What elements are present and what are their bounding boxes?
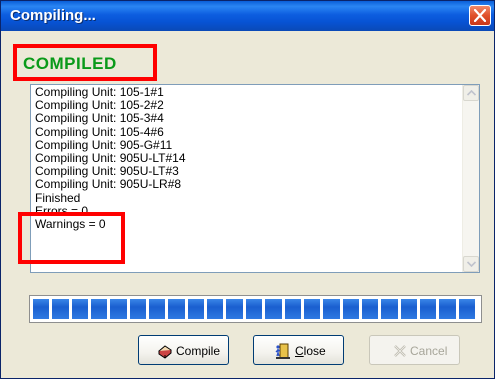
progress-segment	[91, 299, 108, 319]
title-bar[interactable]: Compiling...	[1, 1, 494, 31]
progress-segment	[187, 299, 205, 319]
results-highlight-box	[18, 212, 125, 264]
progress-segment	[71, 299, 89, 319]
log-line: Finished	[35, 190, 81, 205]
progress-segment	[284, 299, 301, 319]
progress-segment	[33, 299, 50, 319]
arrow-up-icon	[467, 90, 476, 96]
progress-segment	[245, 299, 263, 319]
scroll-up-button[interactable]	[463, 85, 479, 101]
log-line: Compiling Unit: 105-3#4	[35, 111, 164, 126]
close-button-label: Close	[295, 344, 326, 358]
scroll-down-button[interactable]	[463, 256, 479, 272]
cancel-x-icon	[394, 345, 406, 357]
compiling-dialog: Compiling... COMPILED Compiling Unit: 10…	[0, 0, 495, 379]
progress-segment	[400, 299, 417, 319]
log-lines: Compiling Unit: 105-1#1 Compiling Unit: 1…	[35, 85, 460, 231]
progress-segment	[458, 299, 475, 319]
close-icon	[474, 9, 486, 22]
close-window-button[interactable]	[469, 5, 491, 26]
compile-button-label: Compile	[176, 344, 221, 358]
progress-segment	[226, 299, 243, 319]
cancel-button-label: Cancel	[410, 344, 448, 358]
arrow-down-icon	[467, 261, 476, 267]
progress-segment	[207, 299, 224, 319]
progress-segment	[168, 299, 185, 319]
log-scrollbar[interactable]	[462, 85, 479, 272]
close-button-label-rest: lose	[303, 344, 326, 358]
progress-segment	[439, 299, 456, 319]
progress-segment	[110, 299, 127, 319]
compile-status: COMPILED	[23, 54, 117, 73]
progress-segment	[342, 299, 359, 319]
progress-segment	[303, 299, 321, 319]
cancel-button[interactable]: Cancel	[369, 335, 460, 365]
door-exit-icon	[275, 343, 290, 359]
progress-segment	[265, 299, 282, 319]
log-line: Compiling Unit: 905U-LR#8	[35, 177, 182, 192]
window-title: Compiling...	[10, 7, 96, 24]
progress-segment	[361, 299, 379, 319]
close-button-mnemonic: C	[295, 344, 304, 358]
progress-segment	[419, 299, 437, 319]
progress-segment	[52, 299, 69, 319]
log-line: Compiling Unit: 905-G#11	[35, 137, 173, 152]
close-button[interactable]: Close	[253, 335, 344, 365]
compile-progress-bar	[29, 295, 482, 323]
compile-button[interactable]: Compile	[138, 335, 229, 365]
progress-segment	[129, 299, 147, 319]
progress-segment	[381, 299, 398, 319]
progress-segment	[149, 299, 166, 319]
progress-segment	[323, 299, 340, 319]
compile-icon	[158, 345, 172, 359]
log-line: Compiling Unit: 105-4#6	[35, 124, 164, 139]
